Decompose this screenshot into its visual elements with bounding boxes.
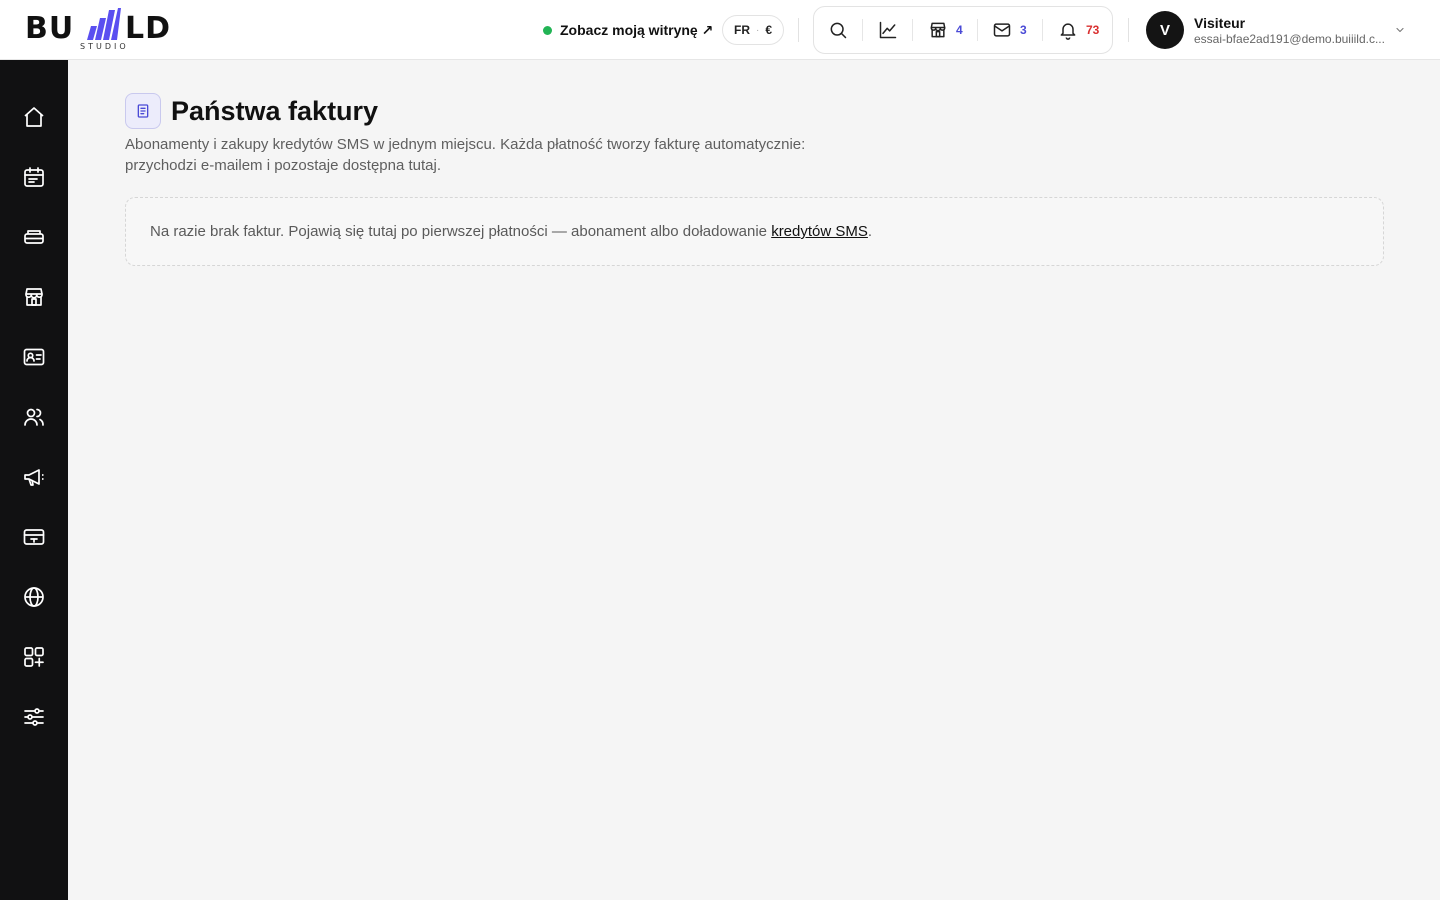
settings-sliders-icon — [24, 708, 44, 726]
locale-switcher[interactable]: FR · € — [722, 15, 784, 45]
view-my-site-label: Zobacz moją witrynę ↗ — [560, 21, 714, 38]
notification-count-badge: 73 — [1086, 23, 1100, 37]
user-name: Visiteur — [1194, 14, 1246, 31]
sidebar — [0, 60, 68, 900]
home-icon — [24, 107, 44, 127]
chevron-down-icon — [1396, 27, 1404, 33]
empty-state: Na razie brak faktur. Pojawią się tutaj … — [125, 197, 1384, 266]
brand-logo[interactable]: BU LD STUDIO — [25, 8, 185, 54]
user-email: essai-bfae2ad191@demo.buiiild.c... — [1194, 31, 1385, 46]
bell-icon — [1060, 23, 1076, 40]
sidebar-item-marketing[interactable] — [14, 457, 54, 497]
divider — [862, 19, 863, 41]
sidebar-item-apps[interactable] — [14, 637, 54, 677]
logo-word-left: BU — [25, 11, 75, 46]
divider — [798, 18, 799, 42]
page-description: Abonamenty i zakupy kredytów SMS w jedny… — [125, 136, 806, 174]
analytics-icon — [879, 21, 897, 39]
store-orders-button[interactable]: 4 — [928, 7, 963, 53]
calendar-icon — [24, 167, 44, 187]
invoice-icon — [125, 93, 161, 129]
search-button[interactable] — [828, 7, 848, 53]
sidebar-item-billing[interactable] — [14, 517, 54, 557]
empty-state-end: . — [867, 223, 873, 240]
logo-bars-icon — [87, 8, 121, 40]
avatar: V — [1146, 11, 1184, 49]
services-icon — [24, 230, 44, 244]
megaphone-icon — [24, 469, 44, 486]
sidebar-item-shop[interactable] — [14, 277, 54, 317]
store-count-badge: 4 — [956, 23, 963, 37]
user-menu[interactable]: V Visiteur essai-bfae2ad191@demo.buiiild… — [1146, 10, 1416, 50]
analytics-button[interactable] — [878, 7, 898, 53]
contact-card-icon — [23, 348, 45, 366]
search-icon — [830, 22, 847, 39]
apps-add-icon — [24, 647, 44, 667]
user-info: Visiteur essai-bfae2ad191@demo.buiiild.c… — [1194, 14, 1386, 47]
sidebar-item-website[interactable] — [14, 577, 54, 617]
notifications-button[interactable]: 73 — [1058, 7, 1099, 53]
divider — [1128, 18, 1129, 42]
logo-subtitle: STUDIO — [80, 42, 129, 51]
divider — [977, 19, 978, 41]
sidebar-item-settings[interactable] — [14, 697, 54, 737]
empty-state-message: Na razie brak faktur. Pojawią się tutaj … — [150, 223, 772, 240]
status-dot-icon — [543, 25, 552, 35]
users-icon — [24, 408, 44, 426]
sidebar-item-contacts[interactable] — [14, 337, 54, 377]
mail-count-badge: 3 — [1020, 23, 1027, 37]
store-icon — [930, 22, 946, 38]
mail-icon — [993, 23, 1011, 37]
sms-credits-link[interactable]: kredytów SMS — [771, 223, 868, 240]
main-content: Państwa faktury Abonamenty i zakupy kred… — [68, 60, 1440, 900]
empty-state-text: Na razie brak faktur. Pojawią się tutaj … — [150, 223, 872, 240]
divider — [1042, 19, 1043, 41]
locale-separator: · — [755, 24, 760, 36]
top-bar: BU LD STUDIO Zobacz moją witrynę ↗ FR · … — [0, 0, 1440, 60]
divider — [912, 19, 913, 41]
logo-word-right: LD — [125, 11, 172, 46]
payment-card-icon — [23, 529, 45, 545]
sidebar-item-home[interactable] — [14, 97, 54, 137]
sidebar-item-services[interactable] — [14, 217, 54, 257]
view-my-site-link[interactable]: Zobacz moją witrynę ↗ — [543, 20, 713, 40]
currency-symbol: € — [765, 23, 773, 37]
sidebar-item-team[interactable] — [14, 397, 54, 437]
sidebar-item-calendar[interactable] — [14, 157, 54, 197]
messages-button[interactable]: 3 — [992, 7, 1027, 53]
globe-icon — [24, 587, 44, 607]
header-tools: 4 3 73 — [813, 6, 1113, 54]
page-title: Państwa faktury — [171, 96, 379, 126]
language-code: FR — [733, 23, 750, 37]
shop-icon — [25, 288, 43, 306]
